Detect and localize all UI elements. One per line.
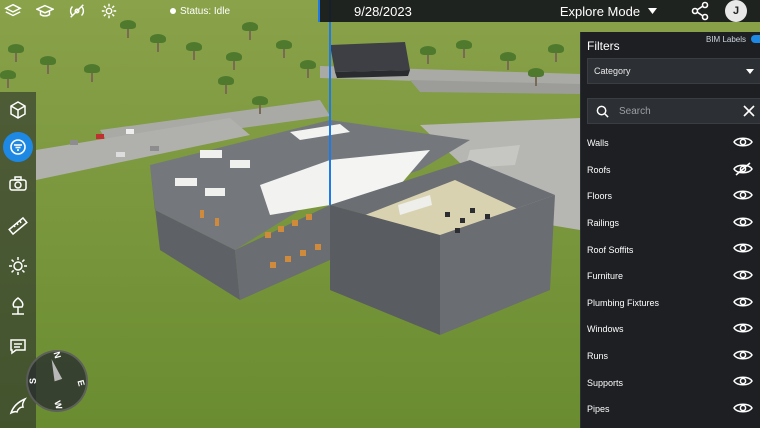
layers-icon[interactable] [2, 1, 24, 21]
bim-labels-label: BIM Labels [706, 35, 747, 44]
ruler-icon [8, 216, 28, 236]
eye-icon[interactable] [733, 188, 753, 202]
status-dot [170, 8, 176, 14]
broadcast-off-icon[interactable] [66, 1, 88, 21]
date-mode-bar: 9/28/2023 Explore Mode J [318, 0, 760, 22]
filter-icon [10, 139, 26, 155]
bim-labels-toggle[interactable] [751, 35, 760, 43]
eye-icon[interactable] [733, 374, 753, 388]
filter-row[interactable]: Railings [581, 210, 760, 237]
eye-icon[interactable] [733, 268, 753, 282]
status-label: Status: Idle [180, 5, 231, 17]
comment-icon [10, 339, 26, 355]
compass-east: E [75, 378, 87, 388]
mode-dropdown[interactable]: Explore Mode [559, 3, 658, 19]
sun-button[interactable] [4, 252, 32, 280]
filter-row[interactable]: Roofs [581, 157, 760, 184]
filters-button[interactable] [3, 132, 33, 162]
brand-logo-button[interactable] [4, 392, 32, 420]
comments-button[interactable] [4, 332, 32, 360]
camera-icon [9, 176, 27, 191]
filters-panel: Filters BIM Labels Category Walls Roofs Fl… [580, 32, 760, 428]
filter-row[interactable]: Windows [581, 316, 760, 343]
filter-row-label: Floors [587, 191, 613, 202]
compass-north: N [51, 350, 63, 360]
eye-icon[interactable] [733, 215, 753, 229]
eye-icon[interactable] [733, 135, 753, 149]
environment-button[interactable] [4, 292, 32, 320]
measure-button[interactable] [4, 212, 32, 240]
top-toolbar: Status: Idle [0, 0, 230, 22]
eye-icon[interactable] [733, 401, 753, 415]
sun-icon [9, 257, 27, 275]
filter-row-label: Runs [587, 351, 609, 362]
filter-row-label: Supports [587, 377, 624, 388]
filter-row[interactable]: Roof Soffits [581, 236, 760, 263]
share-icon [691, 1, 709, 21]
search-icon [596, 105, 609, 118]
compass-widget[interactable]: N E S W [26, 350, 88, 412]
camera-button[interactable] [4, 170, 32, 198]
filter-row-label: Roofs [587, 164, 611, 175]
filter-row[interactable]: Pipes [581, 396, 760, 423]
search-input[interactable] [619, 105, 729, 117]
mode-label: Explore Mode [559, 3, 641, 19]
filter-row-label: Pipes [587, 404, 610, 415]
eye-icon[interactable] [733, 348, 753, 362]
filter-row-label: Furniture [587, 271, 624, 282]
filter-row[interactable]: Walls [581, 130, 760, 157]
category-dropdown[interactable]: Category [587, 58, 760, 84]
filter-row[interactable]: Floors [581, 183, 760, 210]
caret-down-icon [648, 8, 658, 14]
eye-icon[interactable] [733, 241, 753, 255]
compass-needle-icon [47, 357, 63, 382]
filters-title: Filters [587, 39, 620, 53]
user-avatar[interactable]: J [725, 0, 748, 22]
eye-icon[interactable] [733, 321, 753, 335]
cube-icon [10, 101, 26, 119]
model-cube-button[interactable] [4, 96, 32, 124]
caret-down-icon [746, 69, 754, 74]
graduation-cap-icon[interactable] [34, 1, 56, 21]
filter-row[interactable]: Plumbing Fixtures [581, 290, 760, 317]
category-label: Category [594, 66, 631, 76]
share-button[interactable] [689, 1, 711, 21]
filter-row-label: Windows [587, 324, 624, 335]
wing-logo-icon [9, 397, 28, 415]
eye-icon[interactable] [733, 295, 753, 309]
date-display[interactable]: 9/28/2023 [354, 4, 412, 19]
filter-row[interactable]: Supports [581, 369, 760, 396]
filter-row-label: Plumbing Fixtures [587, 297, 660, 308]
close-icon[interactable] [742, 104, 756, 118]
settings-gear-icon[interactable] [98, 1, 120, 21]
tree-icon [12, 297, 24, 315]
filter-list: Walls Roofs Floors Railings Roof Soffits Furn… [581, 130, 760, 423]
status-indicator: Status: Idle [170, 6, 230, 17]
compass-south: S [28, 377, 39, 385]
filter-row-label: Walls [587, 138, 609, 149]
search-box [587, 98, 760, 124]
filter-row[interactable]: Runs [581, 343, 760, 370]
filter-row[interactable]: Furniture [581, 263, 760, 290]
filter-row-label: Roof Soffits [587, 244, 634, 255]
filter-row-label: Railings [587, 218, 620, 229]
eye-off-icon[interactable] [733, 162, 753, 176]
compass-west: W [52, 399, 65, 411]
